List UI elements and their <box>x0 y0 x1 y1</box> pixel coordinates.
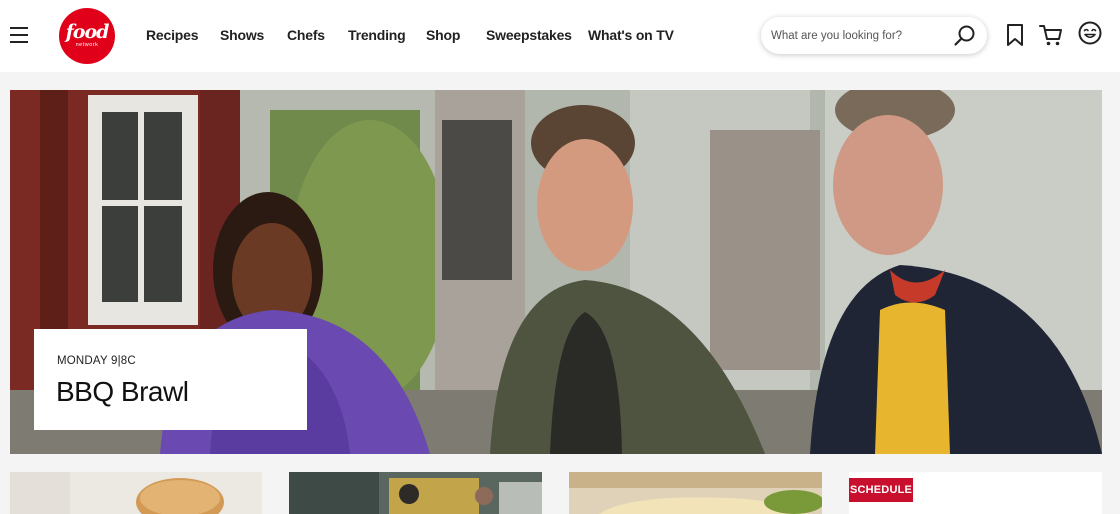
nav-item-shows[interactable]: Shows <box>220 27 287 45</box>
nav-item-shop[interactable]: Shop <box>426 27 486 45</box>
schedule-badge[interactable]: SCHEDULE <box>849 478 913 502</box>
card-image <box>10 472 262 514</box>
hero-title[interactable]: BBQ Brawl <box>56 376 189 408</box>
cart-icon[interactable] <box>1038 22 1062 48</box>
menu-icon[interactable] <box>10 27 28 43</box>
main-nav: Recipes Shows Chefs Trending Shop Sweeps… <box>146 27 674 45</box>
card-chefs[interactable] <box>289 472 542 514</box>
search-icon[interactable] <box>953 24 977 48</box>
card-sandwich[interactable] <box>569 472 822 514</box>
card-burger[interactable] <box>10 472 262 514</box>
bookmark-icon[interactable] <box>1003 22 1027 48</box>
search-input[interactable] <box>771 26 951 46</box>
hero-caption-card[interactable]: MONDAY 9|8C BBQ Brawl <box>34 329 307 430</box>
hero-banner[interactable]: MONDAY 9|8C BBQ Brawl <box>10 90 1102 454</box>
nav-item-trending[interactable]: Trending <box>348 27 426 45</box>
nav-item-chefs[interactable]: Chefs <box>287 27 348 45</box>
card-image <box>289 472 542 514</box>
card-image <box>569 472 822 514</box>
logo-text: food <box>65 21 110 43</box>
nav-item-sweepstakes[interactable]: Sweepstakes <box>486 27 588 45</box>
logo-subtext: network <box>75 42 99 48</box>
food-network-logo[interactable]: food network <box>59 8 115 64</box>
nav-item-whats-on-tv[interactable]: What's on TV <box>588 27 674 45</box>
nav-item-recipes[interactable]: Recipes <box>146 27 220 45</box>
search-bar <box>761 17 987 54</box>
hero-airtime: MONDAY 9|8C <box>57 355 136 367</box>
site-header: food network Recipes Shows Chefs Trendin… <box>0 0 1120 72</box>
user-icon[interactable] <box>1077 20 1102 46</box>
